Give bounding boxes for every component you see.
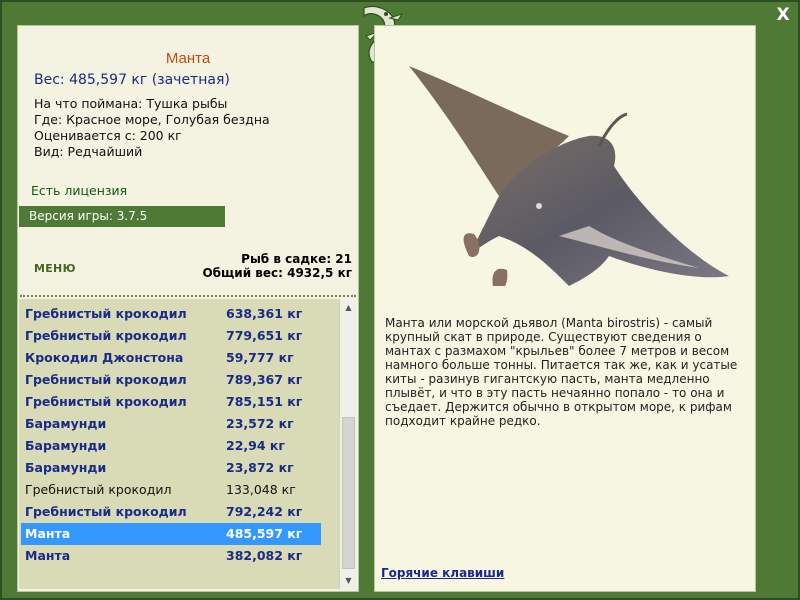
list-item-weight: 789,367 кг <box>226 372 303 387</box>
list-item-weight: 638,361 кг <box>226 306 303 321</box>
list-item-weight: 59,777 кг <box>226 350 294 365</box>
scroll-up-icon[interactable]: ▲ <box>340 299 357 316</box>
separator <box>20 295 356 297</box>
list-item-weight: 792,242 кг <box>226 504 303 519</box>
list-item-weight: 785,151 кг <box>226 394 303 409</box>
list-scrollbar[interactable]: ▲ ▼ <box>339 299 357 589</box>
catch-list[interactable]: Гребнистый крокодил 638,361 кг Гребнисты… <box>19 299 339 589</box>
list-item-name: Барамунди <box>25 416 107 431</box>
list-item-name: Манта <box>25 526 71 541</box>
list-item[interactable]: Гребнистый крокодил 785,151 кг <box>21 391 321 413</box>
fish-info-panel: Манта Вес: 485,597 кг (зачетная) На что … <box>17 25 359 592</box>
menu-button[interactable]: МЕНЮ <box>34 262 76 275</box>
list-item-name: Барамунди <box>25 438 107 453</box>
list-item-weight: 485,597 кг <box>226 526 303 541</box>
list-item-name: Барамунди <box>25 460 107 475</box>
list-item[interactable]: Гребнистый крокодил 133,048 кг <box>21 479 321 501</box>
list-item-weight: 382,082 кг <box>226 548 303 563</box>
license-status: Есть лицензия <box>31 183 128 198</box>
total-weight: Общий вес: 4932,5 кг <box>202 266 352 280</box>
list-item-selected[interactable]: Манта 485,597 кг <box>21 523 321 545</box>
fish-name: Манта <box>165 50 211 67</box>
list-item[interactable]: Барамунди 23,872 кг <box>21 457 321 479</box>
hotkeys-link[interactable]: Горячие клавиши <box>381 566 504 580</box>
list-item-weight: 133,048 кг <box>226 482 296 497</box>
list-item[interactable]: Манта 382,082 кг <box>21 545 321 567</box>
list-item[interactable]: Гребнистый крокодил 792,242 кг <box>21 501 321 523</box>
list-item-name: Гребнистый крокодил <box>25 394 187 409</box>
fish-description: Манта или морской дьявол (Manta birostri… <box>385 316 738 428</box>
list-item-weight: 23,872 кг <box>226 460 294 475</box>
scroll-thumb[interactable] <box>342 417 355 569</box>
list-item-name: Гребнистый крокодил <box>25 306 187 321</box>
fish-weight: Вес: 485,597 кг (зачетная) <box>34 72 230 88</box>
list-item-weight: 22,94 кг <box>226 438 285 453</box>
list-item[interactable]: Гребнистый крокодил 779,651 кг <box>21 325 321 347</box>
list-item-name: Крокодил Джонстона <box>25 350 184 365</box>
fish-count: Рыб в садке: 21 <box>241 252 352 266</box>
list-item[interactable]: Барамунди 23,572 кг <box>21 413 321 435</box>
bait-info: На что поймана: Тушка рыбы <box>34 96 228 111</box>
list-item[interactable]: Барамунди 22,94 кг <box>21 435 321 457</box>
location-info: Где: Красное море, Голубая бездна <box>34 112 270 127</box>
species-info: Вид: Редчайший <box>34 144 143 159</box>
list-item[interactable]: Гребнистый крокодил 789,367 кг <box>21 369 321 391</box>
manta-ray-image <box>409 66 729 286</box>
list-item-weight: 23,572 кг <box>226 416 294 431</box>
fish-detail-panel: Манта или морской дьявол (Manta birostri… <box>374 25 756 592</box>
scroll-down-icon[interactable]: ▼ <box>340 572 357 589</box>
list-item-name: Гребнистый крокодил <box>25 372 187 387</box>
list-item[interactable]: Гребнистый крокодил 638,361 кг <box>21 303 321 325</box>
list-item-name: Манта <box>25 548 71 563</box>
min-weight-info: Оценивается с: 200 кг <box>34 128 182 143</box>
list-item[interactable]: Крокодил Джонстона 59,777 кг <box>21 347 321 369</box>
list-item-name: Гребнистый крокодил <box>25 504 187 519</box>
list-item-name: Гребнистый крокодил <box>25 482 172 497</box>
version-bar: Версия игры: 3.7.5 <box>19 206 225 227</box>
list-item-name: Гребнистый крокодил <box>25 328 187 343</box>
close-button[interactable]: X <box>772 4 794 26</box>
list-item-weight: 779,651 кг <box>226 328 303 343</box>
keep-stats: Рыб в садке: 21 Общий вес: 4932,5 кг <box>202 252 352 280</box>
